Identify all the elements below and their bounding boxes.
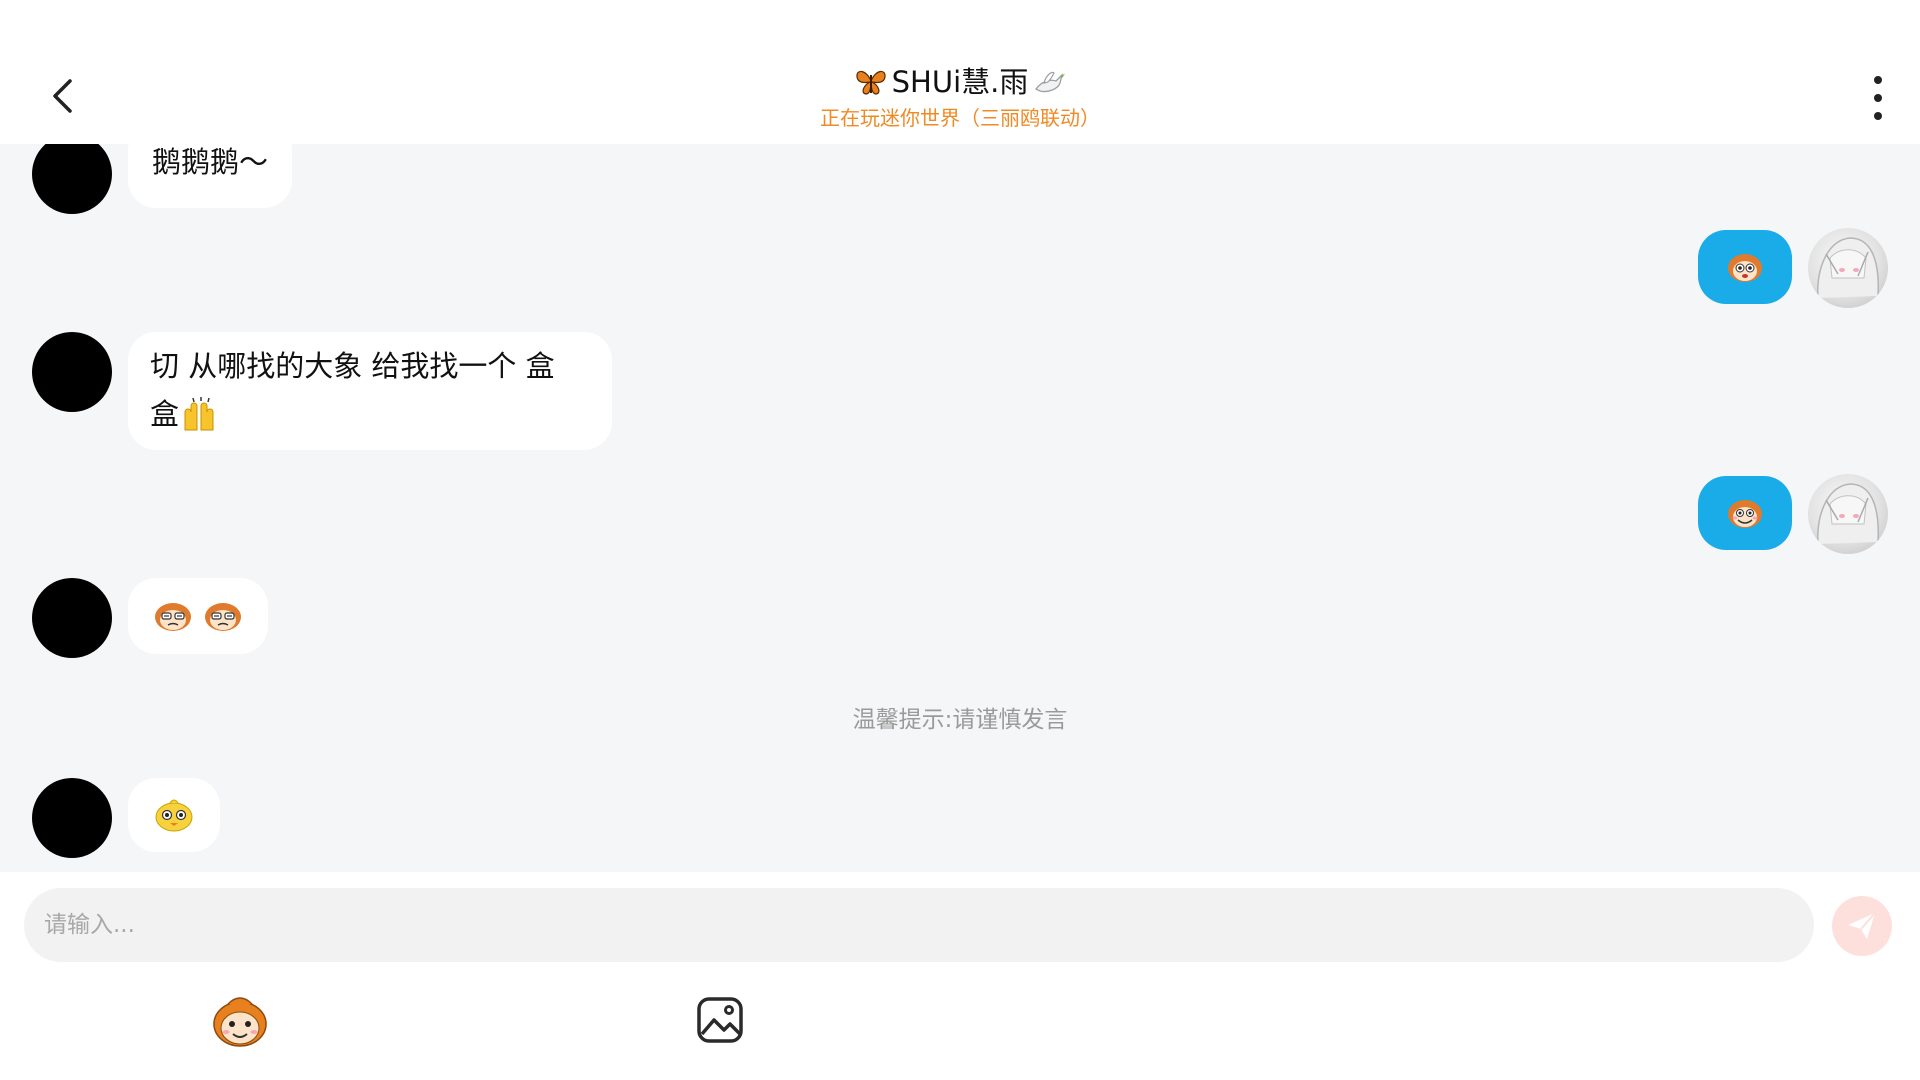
- avatar[interactable]: [32, 332, 112, 412]
- composer: [0, 872, 1920, 1080]
- emoji-button[interactable]: [210, 994, 270, 1050]
- dove-icon: [1035, 71, 1066, 93]
- message-bubble[interactable]: 切 从哪找的大象 给我找一个 盒 盒: [128, 332, 612, 450]
- anime-avatar-icon: [1817, 237, 1879, 299]
- message-text-line-wrap: 盒: [150, 390, 590, 438]
- dot: [1874, 112, 1882, 120]
- chat-title-text: SHUi慧.雨: [891, 65, 1029, 99]
- message-item: [32, 578, 332, 658]
- send-icon: [1848, 912, 1876, 939]
- message-bubble[interactable]: [128, 578, 268, 654]
- message-bubble[interactable]: [1698, 476, 1792, 550]
- message-item: 鹅鹅鹅～: [32, 144, 332, 224]
- image-icon: [697, 997, 743, 1043]
- message-text-line: 切 从哪找的大象 给我找一个 盒: [150, 349, 555, 383]
- message-input[interactable]: [24, 888, 1814, 962]
- message-bubble[interactable]: 鹅鹅鹅～: [128, 144, 293, 208]
- message-item: [32, 778, 332, 858]
- user-avatar[interactable]: [1808, 474, 1888, 554]
- safety-tip: 温馨提示:请谨慎发言: [852, 707, 1068, 733]
- avatar[interactable]: [32, 578, 112, 658]
- more-options-button[interactable]: [1858, 76, 1898, 120]
- user-avatar[interactable]: [1808, 228, 1888, 308]
- chat-title: SHUi慧.雨: [854, 62, 1067, 102]
- yellow-chick-sticker-icon: [155, 799, 193, 832]
- message-item: 切 从哪找的大象 给我找一个 盒 盒: [32, 332, 632, 452]
- raised-hands-icon: [184, 397, 214, 431]
- send-button[interactable]: [1832, 896, 1892, 956]
- message-bubble[interactable]: [1698, 230, 1792, 304]
- avatar[interactable]: [32, 144, 112, 214]
- anime-avatar-icon: [1817, 483, 1879, 545]
- vertical-dots-icon: [1874, 76, 1882, 84]
- message-list[interactable]: 鹅鹅鹅～ 切 从哪找的大象 给我找一个 盒 盒 温馨提示:请谨慎发言: [0, 144, 1920, 872]
- monkey-grin-sticker-icon: [1728, 500, 1762, 528]
- monkey-squint-sticker-icon: [155, 603, 191, 631]
- message-text-line: 盒: [150, 397, 180, 431]
- monkey-sticker-icon: [1728, 254, 1762, 282]
- message-item: [1688, 474, 1888, 554]
- butterfly-icon: [856, 70, 886, 95]
- dot: [1874, 94, 1882, 102]
- monkey-emoji-icon: [213, 997, 267, 1047]
- status-subtitle: 正在玩迷你世界（三丽鸥联动）: [820, 106, 1100, 130]
- avatar[interactable]: [32, 778, 112, 858]
- message-bubble[interactable]: [128, 778, 220, 852]
- monkey-squint-sticker-icon: [205, 603, 241, 631]
- title-block: SHUi慧.雨 正在玩迷你世界（三丽鸥联动）: [0, 62, 1920, 134]
- chat-header: SHUi慧.雨 正在玩迷你世界（三丽鸥联动）: [0, 0, 1920, 144]
- image-button[interactable]: [696, 996, 744, 1044]
- message-item: [1688, 228, 1888, 308]
